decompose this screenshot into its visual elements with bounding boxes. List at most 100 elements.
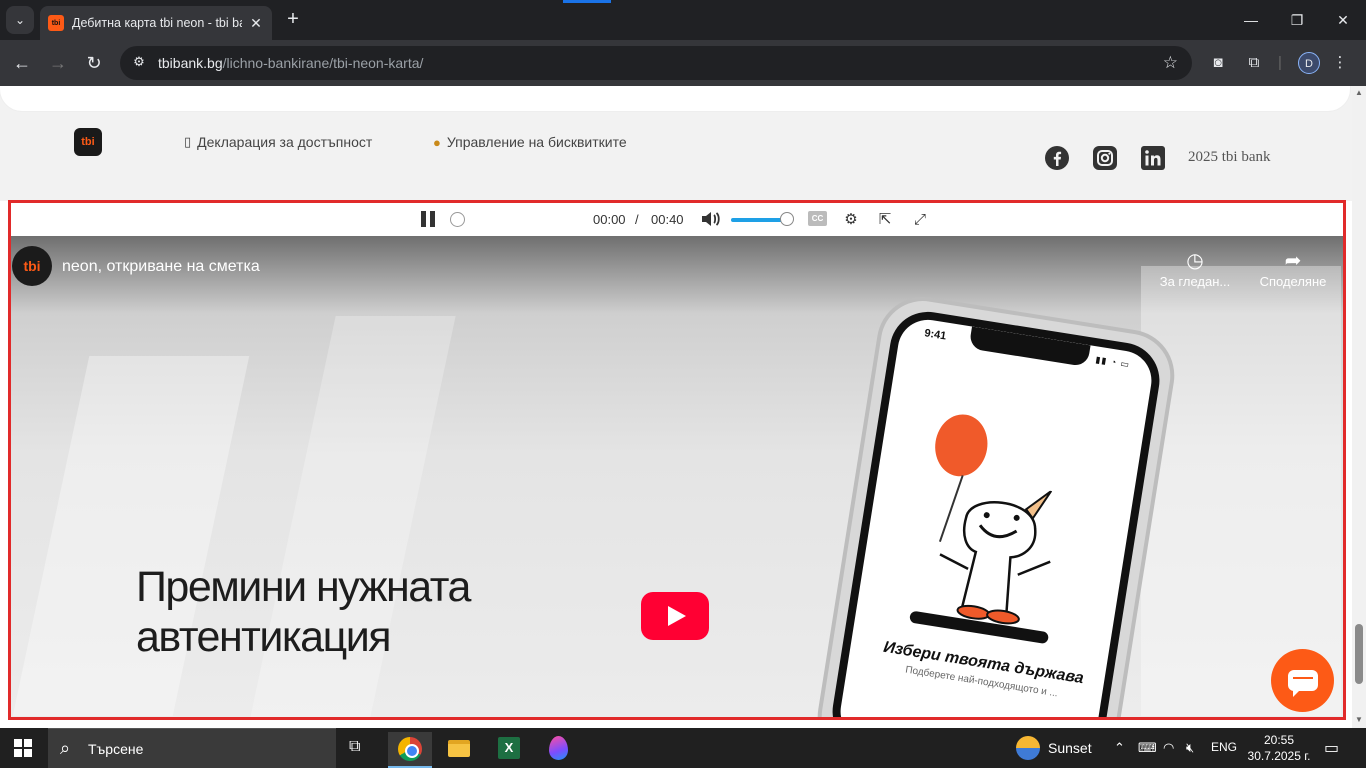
windows-taskbar: ⌕ Търсене ⧉ X Sunset ⌃ ⌨ ◠ 🔇︎ ENG 20:55 …: [0, 728, 1366, 768]
taskbar-search-box[interactable]: ⌕ Търсене: [48, 728, 336, 768]
address-bar[interactable]: ⚙ tbibank.bg/lichno-bankirane/tbi-neon-k…: [120, 46, 1192, 80]
input-method-icon[interactable]: ⌨: [1138, 740, 1157, 756]
browser-tab[interactable]: tbi Дебитна карта tbi neon - tbi bank ✕: [40, 6, 272, 40]
tab-search-button[interactable]: ⌄: [6, 6, 34, 34]
task-view-icon[interactable]: ⧉: [349, 738, 369, 758]
settings-gear-icon[interactable]: ⚙: [841, 210, 861, 230]
reload-button[interactable]: ↻: [80, 49, 108, 77]
facebook-icon[interactable]: [1045, 146, 1069, 170]
weather-sunset-icon[interactable]: [1016, 736, 1040, 760]
tbi-logo[interactable]: tbi: [74, 128, 102, 156]
cookies-link[interactable]: ● Управление на бисквитките: [433, 134, 627, 150]
tray-overflow-chevron-icon[interactable]: ⌃: [1114, 740, 1125, 756]
phone-bezel: 9:41 ▮▮ ◔ ▭ Избери твоята държава Подбер…: [827, 306, 1165, 717]
toolbar-divider: |: [1278, 54, 1282, 71]
tab-title: Дебитна карта tbi neon - tbi bank: [72, 16, 242, 30]
pause-button[interactable]: [421, 211, 437, 227]
video-control-bar: 00:00 / 00:40 CC ⚙ ⇱ ⤢: [11, 203, 1343, 236]
taskbar-chrome[interactable]: [388, 732, 432, 768]
phone-illustration: 9:41 ▮▮ ◔ ▭ Избери твоята държава Подбер…: [811, 290, 1181, 717]
balloon-graphic: [930, 410, 992, 481]
headline-line-2: автентикация: [136, 613, 392, 661]
close-window-button[interactable]: ✕: [1320, 8, 1366, 32]
chrome-icon: [398, 737, 422, 761]
drop-app-icon: [549, 736, 568, 760]
video-frame[interactable]: tbi neon, откриване на сметка ◷ За гледа…: [11, 236, 1343, 717]
restore-button[interactable]: ❐: [1274, 8, 1320, 32]
notifications-icon[interactable]: ▭: [1324, 738, 1339, 758]
phone-status-icons: ▮▮ ◔ ▭: [1094, 354, 1131, 370]
volume-handle[interactable]: [780, 212, 794, 226]
url-text: tbibank.bg/lichno-bankirane/tbi-neon-kar…: [158, 55, 424, 71]
taskbar-clock[interactable]: 20:55 30.7.2025 г.: [1244, 732, 1314, 764]
scroll-up-arrow-icon[interactable]: ▲: [1355, 89, 1363, 97]
profile-avatar[interactable]: D: [1298, 52, 1320, 74]
minimize-button[interactable]: —: [1228, 8, 1274, 32]
clock-date: 30.7.2025 г.: [1247, 749, 1311, 763]
taskbar-excel[interactable]: X: [487, 732, 531, 768]
cookies-link-label: Управление на бисквитките: [446, 134, 627, 150]
share-arrow-icon: ➦: [1284, 250, 1302, 272]
back-button[interactable]: ←: [8, 49, 36, 77]
page-viewport: tbi ▯ Декларация за достъпност ● Управле…: [0, 86, 1352, 728]
wifi-icon[interactable]: ◠: [1163, 740, 1174, 756]
clock-time: 20:55: [1263, 733, 1295, 747]
current-time: 00:00: [593, 212, 626, 227]
video-embed: 00:00 / 00:40 CC ⚙ ⇱ ⤢ tbi neon, открива…: [8, 200, 1346, 720]
menu-icon[interactable]: ⋮: [1330, 53, 1350, 73]
open-external-icon[interactable]: ⇱: [875, 210, 895, 230]
time-separator: /: [635, 212, 639, 227]
accessibility-link-label: Декларация за достъпност: [197, 134, 373, 150]
chat-bubble-icon: [1288, 670, 1318, 697]
browser-toolbar: ← → ↻ ⚙ tbibank.bg/lichno-bankirane/tbi-…: [0, 40, 1366, 86]
linkedin-icon[interactable]: [1141, 146, 1165, 170]
video-headline: Премини нужната автентикация: [136, 562, 471, 662]
instagram-icon[interactable]: [1093, 146, 1117, 170]
watch-later-button[interactable]: ◷ За гледан...: [1153, 248, 1237, 289]
excel-icon: X: [498, 737, 520, 759]
tab-close-icon[interactable]: ✕: [248, 15, 264, 32]
screenshot-icon[interactable]: ◙: [1208, 53, 1228, 73]
share-label: Споделяне: [1259, 274, 1327, 289]
extensions-icon[interactable]: ⧉: [1244, 53, 1264, 73]
document-icon: ▯: [184, 134, 192, 149]
volume-icon[interactable]: [701, 210, 721, 228]
taskbar-file-explorer[interactable]: [437, 732, 481, 768]
volume-slider[interactable]: [731, 218, 787, 222]
accessibility-link[interactable]: ▯ Декларация за достъпност: [184, 134, 372, 150]
windows-start-icon[interactable]: [14, 739, 32, 757]
chat-button[interactable]: [1271, 649, 1334, 712]
fullscreen-icon[interactable]: ⤢: [910, 210, 930, 230]
top-accent-bar: [563, 0, 611, 3]
search-placeholder: Търсене: [88, 741, 144, 757]
phone-time: 9:41: [923, 327, 948, 343]
channel-avatar[interactable]: tbi: [12, 246, 52, 286]
scroll-down-arrow-icon[interactable]: ▼: [1355, 716, 1363, 724]
language-indicator[interactable]: ENG: [1211, 740, 1237, 754]
copyright-text: 2025 tbi bank: [1188, 149, 1271, 165]
seek-handle[interactable]: [450, 212, 465, 227]
captions-button[interactable]: CC: [808, 211, 827, 226]
new-tab-button[interactable]: +: [282, 8, 304, 30]
clock-icon: ◷: [1186, 250, 1204, 272]
background-light-shape: [12, 356, 250, 716]
page-scrollbar[interactable]: ▲ ▼: [1352, 86, 1366, 728]
site-info-icon[interactable]: ⚙: [130, 54, 148, 72]
folder-icon: [448, 740, 470, 757]
phone-notch: [968, 326, 1091, 368]
watch-later-label: За гледан...: [1159, 274, 1231, 289]
scroll-thumb[interactable]: [1355, 624, 1363, 684]
speaker-muted-icon[interactable]: 🔇︎: [1186, 740, 1194, 756]
taskbar-app-drop[interactable]: [536, 732, 580, 768]
weather-label[interactable]: Sunset: [1048, 740, 1092, 756]
duration: 00:40: [651, 212, 684, 227]
background-light-shape: [1141, 266, 1341, 716]
bookmark-star-icon[interactable]: ☆: [1163, 53, 1178, 73]
browser-tab-bar: ⌄ tbi Дебитна карта tbi neon - tbi bank …: [0, 0, 1366, 40]
cookie-icon: ●: [433, 134, 441, 150]
share-button[interactable]: ➦ Споделяне: [1251, 248, 1335, 289]
tab-favicon: tbi: [48, 15, 64, 31]
youtube-play-button[interactable]: [641, 592, 709, 640]
forward-button[interactable]: →: [44, 49, 72, 77]
video-title[interactable]: neon, откриване на сметка: [62, 258, 260, 276]
